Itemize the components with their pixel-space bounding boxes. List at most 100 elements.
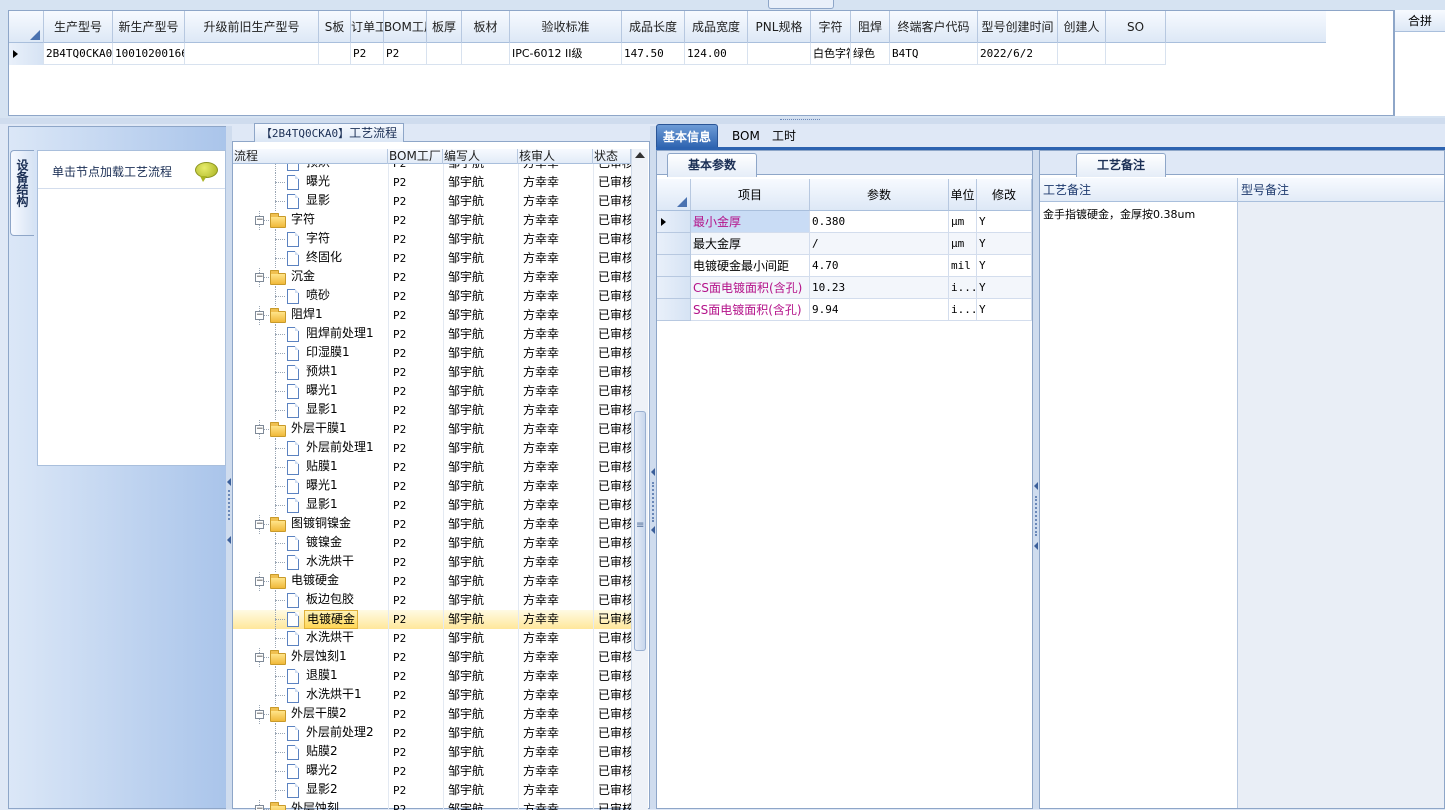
collapse-node-icon[interactable]: −: [255, 653, 264, 662]
table-cell[interactable]: [185, 43, 319, 65]
column-header[interactable]: 升级前旧生产型号: [185, 11, 319, 43]
collapse-left-icon[interactable]: [227, 478, 231, 486]
collapse-left-icon[interactable]: [651, 468, 655, 476]
scroll-up-icon[interactable]: [635, 152, 645, 158]
param-value-cell[interactable]: /: [810, 233, 949, 255]
process-row[interactable]: − 图镀铜镍金 P2 邹宇航 方幸幸 已审核: [233, 515, 631, 534]
process-column-header[interactable]: 流程: [233, 149, 388, 164]
param-item-cell[interactable]: 电镀硬金最小间距: [691, 255, 810, 277]
param-item-cell[interactable]: CS面电镀面积(含孔): [691, 277, 810, 299]
tab-work-hours[interactable]: 工时: [766, 124, 802, 148]
column-header[interactable]: 成品宽度: [685, 11, 748, 43]
process-row[interactable]: 外层前处理2 P2 邹宇航 方幸幸 已审核: [233, 724, 631, 743]
notes-col-process[interactable]: 工艺备注: [1040, 178, 1238, 202]
collapse-node-icon[interactable]: −: [255, 577, 264, 586]
table-cell[interactable]: P2: [351, 43, 384, 65]
column-header[interactable]: PNL规格: [748, 11, 811, 43]
column-header[interactable]: 新生产型号: [113, 11, 185, 43]
process-row[interactable]: 电镀硬金 P2 邹宇航 方幸幸 已审核: [233, 610, 631, 629]
model-note-field[interactable]: [1238, 202, 1444, 808]
table-cell[interactable]: [319, 43, 351, 65]
collapse-left-icon[interactable]: [651, 526, 655, 534]
process-row[interactable]: 预烘 P2 邹宇航方幸幸已审核: [233, 164, 631, 173]
table-cell[interactable]: [1106, 43, 1166, 65]
params-column-header[interactable]: 单位: [949, 179, 977, 211]
param-value-cell[interactable]: 0.380: [810, 211, 949, 233]
process-row[interactable]: 板边包胶 P2 邹宇航 方幸幸 已审核: [233, 591, 631, 610]
process-flow-scrollbar[interactable]: [631, 149, 648, 810]
table-cell[interactable]: 147.50: [622, 43, 685, 65]
process-row[interactable]: 印湿膜1 P2 邹宇航 方幸幸 已审核: [233, 344, 631, 363]
collapse-node-icon[interactable]: −: [255, 520, 264, 529]
param-item-cell[interactable]: 最大金厚: [691, 233, 810, 255]
process-note-field[interactable]: 金手指镀硬金，金厚按0.38um: [1040, 202, 1238, 808]
select-all-icon[interactable]: [30, 30, 40, 40]
process-row[interactable]: 水洗烘干 P2 邹宇航 方幸幸 已审核: [233, 553, 631, 572]
table-cell[interactable]: B4TQ: [890, 43, 978, 65]
scroll-thumb[interactable]: [634, 411, 646, 651]
param-mod-cell[interactable]: Y: [977, 233, 1032, 255]
process-row[interactable]: − 阻焊1 P2 邹宇航 方幸幸 已审核: [233, 306, 631, 325]
column-header[interactable]: 板厚: [427, 11, 462, 43]
param-value-cell[interactable]: 9.94: [810, 299, 949, 321]
process-row[interactable]: − 外层干膜1 P2 邹宇航 方幸幸 已审核: [233, 420, 631, 439]
process-row[interactable]: 外层前处理1 P2 邹宇航 方幸幸 已审核: [233, 439, 631, 458]
table-cell[interactable]: P2: [384, 43, 427, 65]
process-row[interactable]: 显影1 P2 邹宇航 方幸幸 已审核: [233, 496, 631, 515]
column-header[interactable]: 成品长度: [622, 11, 685, 43]
process-row[interactable]: 镀镍金 P2 邹宇航 方幸幸 已审核: [233, 534, 631, 553]
row-indicator[interactable]: [657, 277, 691, 299]
column-header[interactable]: 创建人: [1058, 11, 1106, 43]
table-row[interactable]: 2B4TQ0CKA010010200166256 P2P2 IPC-6012 II级…: [9, 43, 1166, 65]
process-column-header[interactable]: 编写人: [443, 149, 518, 164]
collapse-node-icon[interactable]: −: [255, 273, 264, 282]
column-header[interactable]: 验收标准: [510, 11, 622, 43]
table-cell[interactable]: [748, 43, 811, 65]
tab-bom[interactable]: BOM: [726, 124, 766, 148]
process-row[interactable]: 贴膜2 P2 邹宇航 方幸幸 已审核: [233, 743, 631, 762]
process-flow-tree[interactable]: 预烘P2邹宇航方幸幸已审核曝光P2邹宇航方幸幸已审核显影P2邹宇航方幸幸已审核−…: [233, 164, 631, 810]
process-row[interactable]: 退膜1 P2 邹宇航 方幸幸 已审核: [233, 667, 631, 686]
column-header[interactable]: 板材: [462, 11, 510, 43]
process-row[interactable]: 喷砂 P2 邹宇航 方幸幸 已审核: [233, 287, 631, 306]
table-cell[interactable]: 2022/6/2: [978, 43, 1058, 65]
column-header[interactable]: SO: [1106, 11, 1166, 43]
param-unit-cell[interactable]: mil: [949, 255, 977, 277]
table-cell[interactable]: [1058, 43, 1106, 65]
row-indicator[interactable]: [657, 233, 691, 255]
collapse-node-icon[interactable]: −: [255, 311, 264, 320]
collapse-node-icon[interactable]: −: [255, 425, 264, 434]
process-row[interactable]: 字符 P2 邹宇航 方幸幸 已审核: [233, 230, 631, 249]
process-row[interactable]: 曝光1 P2 邹宇航 方幸幸 已审核: [233, 477, 631, 496]
process-row[interactable]: − 字符 P2 邹宇航 方幸幸 已审核: [233, 211, 631, 230]
collapse-node-icon[interactable]: −: [255, 805, 264, 810]
table-cell[interactable]: 绿色: [851, 43, 890, 65]
param-unit-cell[interactable]: i...: [949, 299, 977, 321]
process-row[interactable]: 曝光 P2 邹宇航 方幸幸 已审核: [233, 173, 631, 192]
param-value-cell[interactable]: 10.23: [810, 277, 949, 299]
process-row[interactable]: 终固化 P2 邹宇航 方幸幸 已审核: [233, 249, 631, 268]
row-indicator[interactable]: [9, 43, 44, 65]
param-unit-cell[interactable]: i...: [949, 277, 977, 299]
process-column-header[interactable]: 核审人: [518, 149, 593, 164]
row-indicator[interactable]: [657, 299, 691, 321]
table-cell[interactable]: IPC-6012 II级: [510, 43, 622, 65]
table-cell[interactable]: 10010200166256: [113, 43, 185, 65]
process-row[interactable]: 水洗烘干 P2 邹宇航 方幸幸 已审核: [233, 629, 631, 648]
param-mod-cell[interactable]: Y: [977, 277, 1032, 299]
structure-tree[interactable]: 单击节点加载工艺流程: [37, 150, 226, 466]
table-cell[interactable]: 124.00: [685, 43, 748, 65]
collapse-node-icon[interactable]: −: [255, 216, 264, 225]
column-header[interactable]: 型号创建时间: [978, 11, 1058, 43]
process-row[interactable]: − 外层干膜2 P2 邹宇航 方幸幸 已审核: [233, 705, 631, 724]
param-mod-cell[interactable]: Y: [977, 299, 1032, 321]
column-header[interactable]: BOM工厂: [384, 11, 427, 43]
column-header[interactable]: 终端客户代码: [890, 11, 978, 43]
notes-col-model[interactable]: 型号备注: [1238, 178, 1444, 202]
column-header[interactable]: 字符: [811, 11, 851, 43]
process-row[interactable]: 曝光1 P2 邹宇航 方幸幸 已审核: [233, 382, 631, 401]
params-column-header[interactable]: 参数: [810, 179, 949, 211]
process-row[interactable]: − 沉金 P2 邹宇航 方幸幸 已审核: [233, 268, 631, 287]
process-column-header[interactable]: 状态: [593, 149, 631, 164]
row-indicator-header[interactable]: [657, 179, 691, 211]
